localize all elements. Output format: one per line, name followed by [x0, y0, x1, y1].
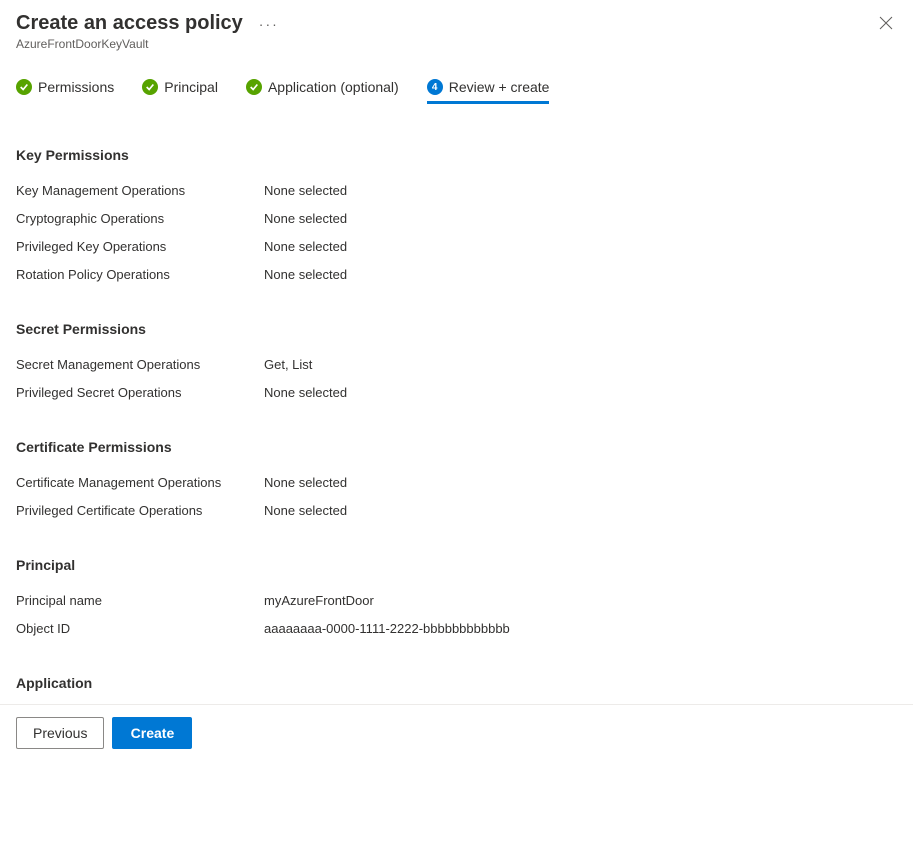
review-row: Secret Management Operations Get, List [16, 351, 897, 379]
wizard-tabs: Permissions Principal Application (optio… [0, 79, 913, 105]
review-row: Privileged Secret Operations None select… [16, 379, 897, 407]
row-value: None selected [264, 473, 347, 493]
row-label: Principal name [16, 591, 264, 611]
row-value: None selected [264, 181, 347, 201]
row-label: Privileged Certificate Operations [16, 501, 264, 521]
row-label: Key Management Operations [16, 181, 264, 201]
review-row: Privileged Certificate Operations None s… [16, 497, 897, 525]
tab-label: Review + create [449, 79, 550, 95]
tab-permissions[interactable]: Permissions [16, 79, 114, 104]
row-value: myAzureFrontDoor [264, 591, 374, 611]
row-value: None selected [264, 237, 347, 257]
check-icon [142, 79, 158, 95]
row-label: Rotation Policy Operations [16, 265, 264, 285]
check-icon [246, 79, 262, 95]
row-value: None selected [264, 383, 347, 403]
review-row: Rotation Policy Operations None selected [16, 261, 897, 289]
row-value: aaaaaaaa-0000-1111-2222-bbbbbbbbbbbb [264, 619, 510, 639]
breadcrumb: AzureFrontDoorKeyVault [16, 37, 897, 51]
create-button[interactable]: Create [112, 717, 192, 749]
section-heading-principal: Principal [16, 557, 897, 573]
row-label: Privileged Secret Operations [16, 383, 264, 403]
section-heading-application: Application [16, 675, 897, 691]
review-row: Cryptographic Operations None selected [16, 205, 897, 233]
close-icon [879, 16, 893, 30]
step-number-icon: 4 [427, 79, 443, 95]
review-row: Principal name myAzureFrontDoor [16, 587, 897, 615]
page-title: Create an access policy [16, 12, 243, 35]
row-value: None selected [264, 209, 347, 229]
review-row: Certificate Management Operations None s… [16, 469, 897, 497]
row-label: Secret Management Operations [16, 355, 264, 375]
tab-application[interactable]: Application (optional) [246, 79, 399, 104]
section-heading-key-permissions: Key Permissions [16, 147, 897, 163]
row-label: Certificate Management Operations [16, 473, 264, 493]
review-row: Privileged Key Operations None selected [16, 233, 897, 261]
review-row: Key Management Operations None selected [16, 177, 897, 205]
row-value: None selected [264, 265, 347, 285]
more-icon[interactable]: ··· [259, 17, 279, 31]
tab-review-create[interactable]: 4 Review + create [427, 79, 550, 104]
close-button[interactable] [879, 16, 893, 33]
tab-label: Permissions [38, 79, 114, 95]
row-label: Privileged Key Operations [16, 237, 264, 257]
check-icon [16, 79, 32, 95]
tab-principal[interactable]: Principal [142, 79, 218, 104]
section-heading-certificate-permissions: Certificate Permissions [16, 439, 897, 455]
row-value: Get, List [264, 355, 312, 375]
previous-button[interactable]: Previous [16, 717, 104, 749]
row-label: Object ID [16, 619, 264, 639]
review-row: Object ID aaaaaaaa-0000-1111-2222-bbbbbb… [16, 615, 897, 643]
tab-label: Principal [164, 79, 218, 95]
footer-actions: Previous Create [0, 704, 913, 761]
row-label: Cryptographic Operations [16, 209, 264, 229]
tab-label: Application (optional) [268, 79, 399, 95]
row-value: None selected [264, 501, 347, 521]
section-heading-secret-permissions: Secret Permissions [16, 321, 897, 337]
